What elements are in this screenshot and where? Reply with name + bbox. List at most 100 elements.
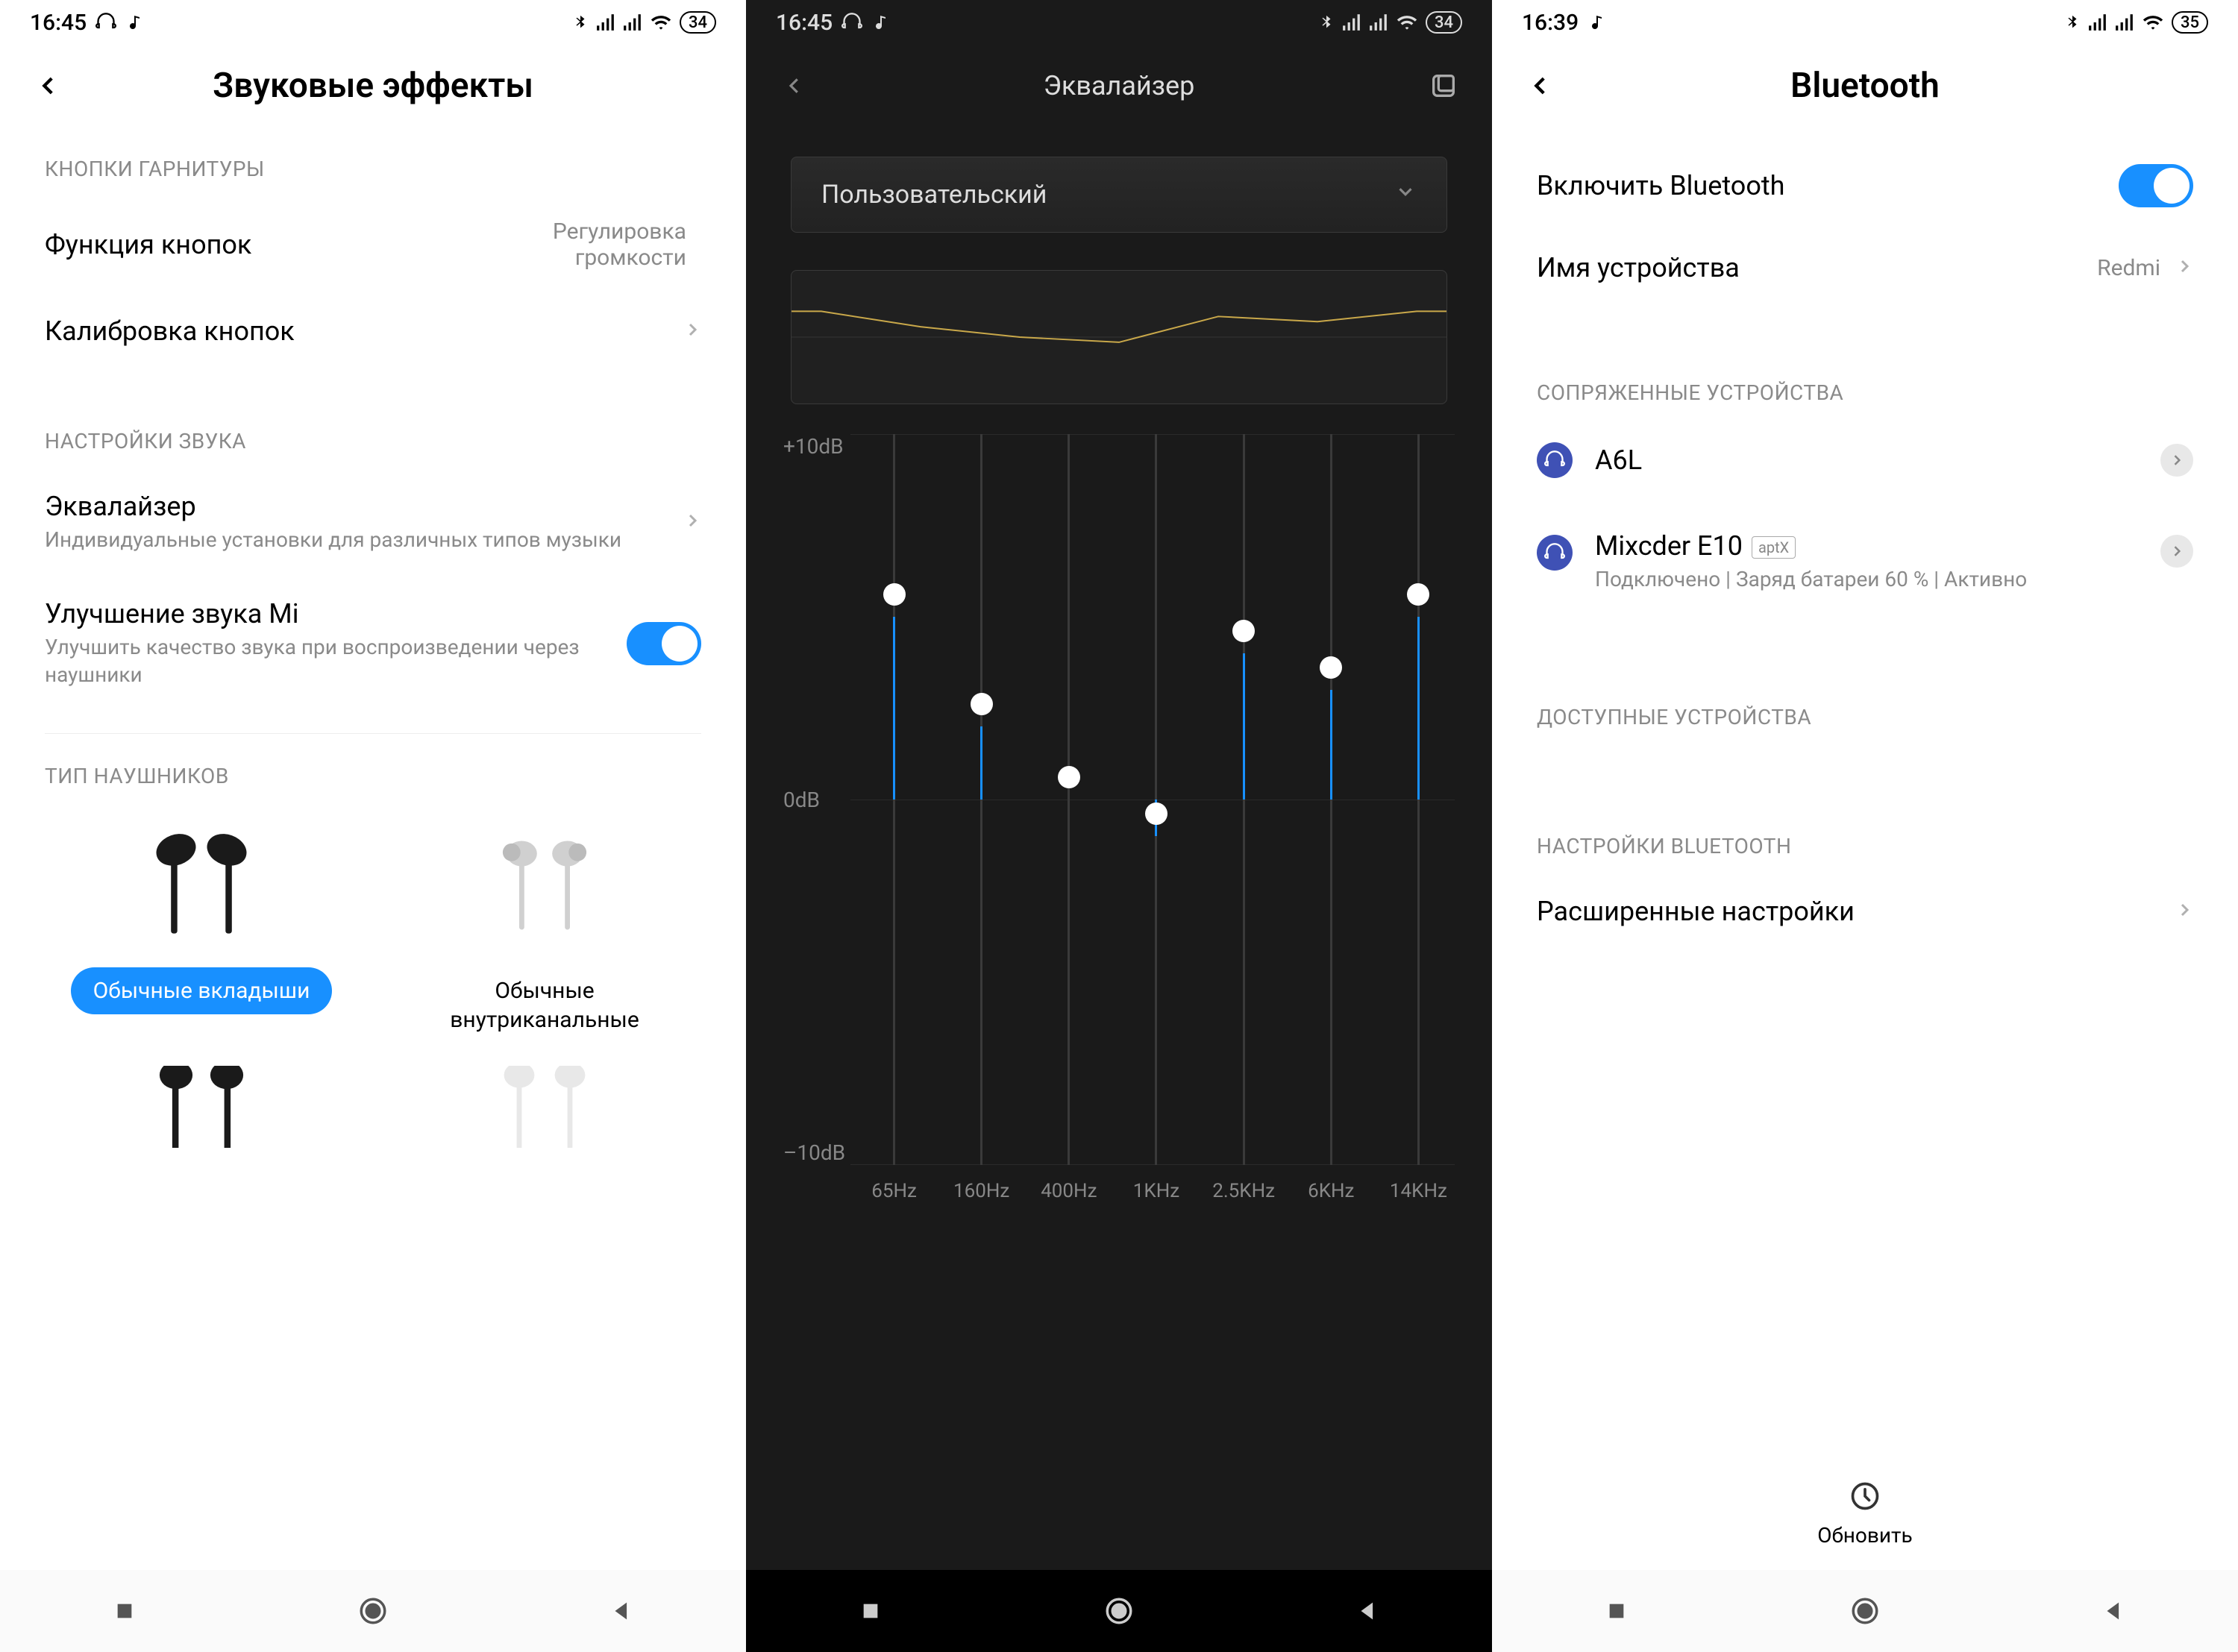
device-name: Mixcder E10aptX [1595, 530, 2160, 562]
title-bar: Звуковые эффекты [0, 45, 746, 127]
nav-recent-button[interactable] [107, 1594, 142, 1628]
nav-back-button[interactable] [1350, 1594, 1385, 1628]
row-subtitle: Улучшить качество звука при воспроизведе… [45, 634, 627, 688]
hp-type-4[interactable] [388, 1066, 701, 1148]
earphones-white-icon [477, 1066, 612, 1148]
eq-track [1243, 434, 1245, 1165]
status-time: 16:45 [776, 10, 833, 36]
back-button[interactable] [1522, 67, 1559, 104]
eq-freq-label: 400Hz [1041, 1180, 1097, 1202]
eq-thumb[interactable] [1145, 803, 1167, 825]
headphone-type-grid-row2 [0, 1043, 746, 1148]
wifi-icon [1396, 13, 1418, 31]
chevron-right-icon [2175, 901, 2193, 922]
hp-type-earbuds[interactable]: Обычные вкладыши [45, 818, 358, 1043]
hp-type-inear[interactable]: Обычные внутриканальные [388, 818, 701, 1043]
nav-home-button[interactable] [1848, 1594, 1882, 1628]
eq-slider-14KHz[interactable]: 14KHz [1375, 434, 1462, 1165]
eq-slider-160Hz[interactable]: 160Hz [938, 434, 1025, 1165]
eq-thumb[interactable] [883, 583, 906, 606]
row-button-function[interactable]: Функция кнопок Регулировка громкости [0, 196, 746, 293]
page-title: Bluetooth [1559, 66, 2171, 106]
nav-recent-button[interactable] [853, 1594, 888, 1628]
nav-home-button[interactable] [1102, 1594, 1136, 1628]
device-settings-button[interactable] [2160, 444, 2193, 477]
bluetooth-icon [1318, 12, 1335, 33]
row-mi-sound-enhance[interactable]: Улучшение звука Mi Улучшить качество зву… [0, 576, 746, 711]
refresh-icon [1849, 1480, 1881, 1516]
headphone-type-grid: Обычные вкладыши Обычные внутриканальные [0, 803, 746, 1043]
screen-bluetooth: 16:39 35 Bluetooth Включить Bluetooth Им… [1492, 0, 2238, 1652]
device-status: Подключено | Заряд батареи 60 % | Активн… [1595, 566, 2043, 593]
eq-slider-65Hz[interactable]: 65Hz [850, 434, 938, 1165]
section-paired: СОПРЯЖЕННЫЕ УСТРОЙСТВА [1492, 306, 2238, 420]
section-headphone-type: ТИП НАУШНИКОВ [0, 734, 746, 803]
eq-freq-label: 1KHz [1133, 1180, 1179, 1202]
eq-thumb[interactable] [1058, 766, 1080, 788]
back-button[interactable] [30, 67, 67, 104]
hp-label: Обычные внутриканальные [388, 967, 701, 1043]
eq-freq-label: 160Hz [953, 1180, 1009, 1202]
device-settings-button[interactable] [2160, 535, 2193, 568]
bt-device-a6l[interactable]: A6L [1492, 420, 2238, 500]
hp-type-3[interactable] [45, 1066, 358, 1148]
bluetooth-icon [572, 12, 589, 33]
navigation-bar [746, 1570, 1492, 1652]
eq-thumb[interactable] [1232, 620, 1255, 642]
nav-back-button[interactable] [604, 1594, 639, 1628]
battery-indicator: 34 [1426, 11, 1462, 34]
eq-freq-label: 6KHz [1308, 1180, 1354, 1202]
row-title: Улучшение звука Mi [45, 598, 627, 629]
eq-slider-6KHz[interactable]: 6KHz [1288, 434, 1375, 1165]
wifi-icon [2142, 13, 2164, 31]
row-bluetooth-toggle[interactable]: Включить Bluetooth [1492, 127, 2238, 230]
bluetooth-icon [2064, 12, 2081, 33]
headphones-icon [841, 12, 862, 33]
navigation-bar [0, 1570, 746, 1652]
bt-device-mixcder[interactable]: Mixcder E10aptX Подключено | Заряд батар… [1492, 500, 2238, 615]
device-name: A6L [1595, 445, 2160, 476]
toggle-bluetooth[interactable] [2119, 164, 2193, 207]
eq-slider-400Hz[interactable]: 400Hz [1025, 434, 1112, 1165]
preset-name: Пользовательский [821, 180, 1047, 210]
title-bar: Bluetooth [1492, 45, 2238, 127]
aptx-badge: aptX [1752, 536, 1796, 559]
nav-back-button[interactable] [2096, 1594, 2131, 1628]
refresh-button[interactable]: Обновить [1492, 1457, 2238, 1570]
row-equalizer[interactable]: Эквалайзер Индивидуальные установки для … [0, 468, 746, 576]
back-button[interactable] [776, 67, 813, 104]
row-title: Включить Bluetooth [1537, 170, 2119, 201]
preset-button[interactable] [1425, 67, 1462, 104]
eq-thumb[interactable] [1320, 656, 1342, 679]
eq-thumb[interactable] [971, 693, 993, 715]
signal-icon-2 [2115, 14, 2134, 31]
status-time: 16:39 [1522, 10, 1579, 36]
status-bar: 16:45 34 [0, 0, 746, 45]
eq-slider-1KHz[interactable]: 1KHz [1112, 434, 1200, 1165]
status-time: 16:45 [30, 10, 87, 36]
inear-icon [477, 818, 612, 952]
row-subtitle: Индивидуальные установки для различных т… [45, 527, 683, 553]
row-button-calibration[interactable]: Калибровка кнопок [0, 293, 746, 369]
eq-slider-2.5KHz[interactable]: 2.5KHz [1200, 434, 1288, 1165]
nav-home-button[interactable] [356, 1594, 390, 1628]
row-title: Калибровка кнопок [45, 315, 683, 347]
row-title: Расширенные настройки [1537, 896, 2175, 927]
nav-recent-button[interactable] [1599, 1594, 1634, 1628]
row-device-name[interactable]: Имя устройства Redmi [1492, 230, 2238, 306]
eq-track [980, 434, 982, 1165]
chevron-right-icon [683, 512, 701, 533]
signal-icon-2 [623, 14, 642, 31]
eq-thumb[interactable] [1407, 583, 1429, 606]
signal-icon [596, 14, 615, 31]
section-sound-settings: НАСТРОЙКИ ЗВУКА [0, 369, 746, 468]
headphones-icon [1537, 535, 1573, 571]
refresh-label: Обновить [1817, 1523, 1912, 1548]
toggle-mi-sound[interactable] [627, 622, 701, 665]
navigation-bar [1492, 1570, 2238, 1652]
row-title: Эквалайзер [45, 491, 683, 522]
screen-sound-effects: 16:45 34 Звуковые эффекты КНОПКИ ГАРНИТУ… [0, 0, 746, 1652]
battery-indicator: 34 [680, 11, 716, 34]
preset-select[interactable]: Пользовательский [791, 157, 1447, 233]
row-advanced-settings[interactable]: Расширенные настройки [1492, 873, 2238, 949]
